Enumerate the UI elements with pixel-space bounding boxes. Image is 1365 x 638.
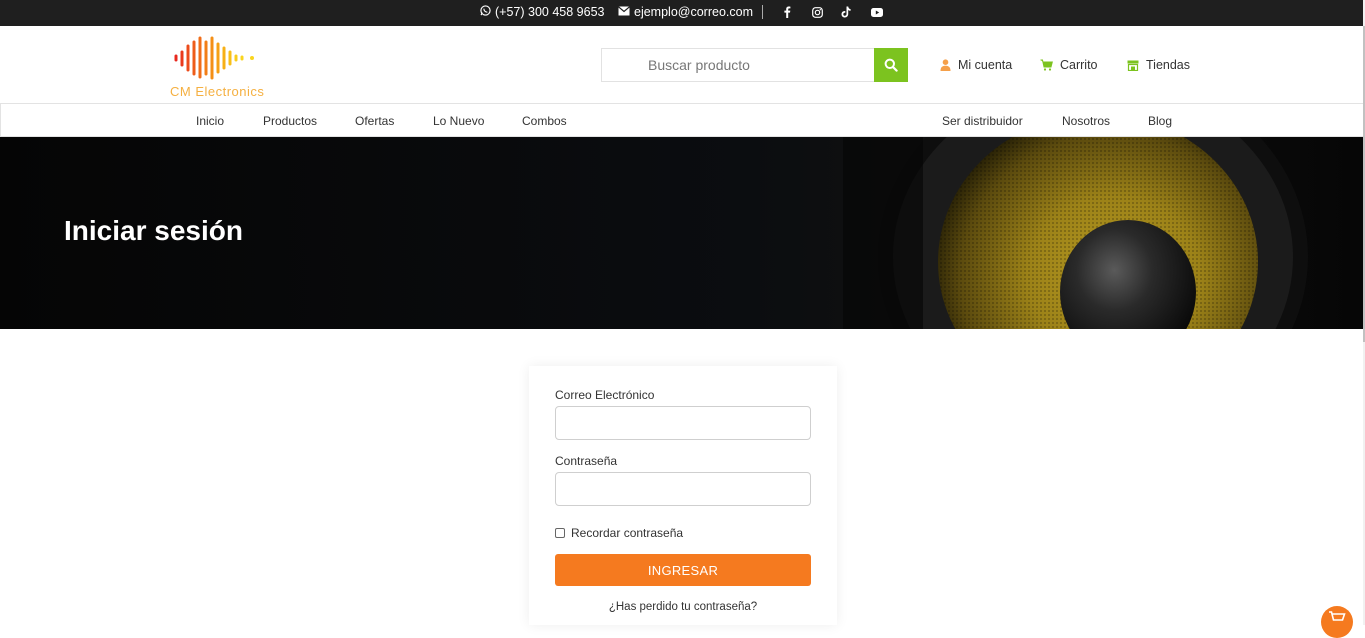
account-label: Mi cuenta [958, 58, 1013, 72]
whatsapp-icon [480, 5, 491, 19]
forgot-password-link[interactable]: ¿Has perdido tu contraseña? [529, 601, 837, 613]
remember-checkbox[interactable] [555, 528, 565, 538]
nav-item-ofertas[interactable]: Ofertas [355, 114, 394, 128]
login-button[interactable]: INGRESAR [555, 554, 811, 586]
envelope-icon [618, 5, 630, 19]
nav-item-blog[interactable]: Blog [1148, 114, 1172, 128]
nav-item-ser-distribuidor[interactable]: Ser distribuidor [942, 114, 1023, 128]
sound-wave-logo-icon [174, 36, 254, 80]
facebook-icon[interactable] [780, 5, 794, 19]
nav-item-lo-nuevo[interactable]: Lo Nuevo [433, 114, 484, 128]
tiktok-icon[interactable] [839, 5, 853, 19]
email-label: Correo Electrónico [555, 388, 655, 402]
brand-name: CM Electronics [170, 84, 265, 99]
cart-icon [1329, 611, 1346, 621]
password-field[interactable] [555, 472, 811, 506]
email-address: ejemplo@correo.com [634, 5, 753, 19]
speaker-image [843, 137, 1308, 329]
store-icon [1127, 60, 1139, 71]
user-icon [940, 59, 951, 71]
cart-label: Carrito [1060, 58, 1098, 72]
top-contact-bar: (+57) 300 458 9653 ejemplo@correo.com [0, 0, 1365, 26]
topbar-divider [762, 5, 763, 19]
stores-label: Tiendas [1146, 58, 1191, 72]
remember-label: Recordar contraseña [571, 526, 684, 540]
instagram-icon[interactable] [810, 5, 824, 19]
nav-item-productos[interactable]: Productos [263, 114, 317, 128]
cart-link[interactable]: Carrito [1040, 58, 1098, 72]
hero-banner: Iniciar sesión [0, 137, 1363, 329]
nav-item-combos[interactable]: Combos [522, 114, 567, 128]
email-contact[interactable]: ejemplo@correo.com [618, 5, 753, 19]
floating-cart-button[interactable] [1321, 606, 1353, 638]
password-label: Contraseña [555, 454, 618, 468]
email-field[interactable] [555, 406, 811, 440]
login-form: Correo Electrónico Contraseña Recordar c… [529, 366, 837, 625]
remember-row: Recordar contraseña [555, 526, 683, 540]
phone-contact[interactable]: (+57) 300 458 9653 [480, 5, 604, 19]
cart-icon [1040, 59, 1053, 71]
search-input[interactable]: Buscar producto [601, 48, 874, 82]
search-icon [884, 58, 898, 72]
phone-number: (+57) 300 458 9653 [495, 5, 605, 19]
nav-item-inicio[interactable]: Inicio [196, 114, 224, 128]
search-button[interactable] [874, 48, 908, 82]
account-link[interactable]: Mi cuenta [940, 58, 1012, 72]
nav-item-nosotros[interactable]: Nosotros [1062, 114, 1110, 128]
brand-logo[interactable]: CM Electronics [168, 34, 278, 100]
youtube-icon[interactable] [870, 5, 884, 19]
stores-link[interactable]: Tiendas [1127, 58, 1190, 72]
site-header: CM Electronics Buscar producto Mi cuenta… [0, 26, 1363, 104]
page-title: Iniciar sesión [64, 215, 243, 246]
main-navigation: Inicio Productos Ofertas Lo Nuevo Combos… [0, 103, 1363, 137]
